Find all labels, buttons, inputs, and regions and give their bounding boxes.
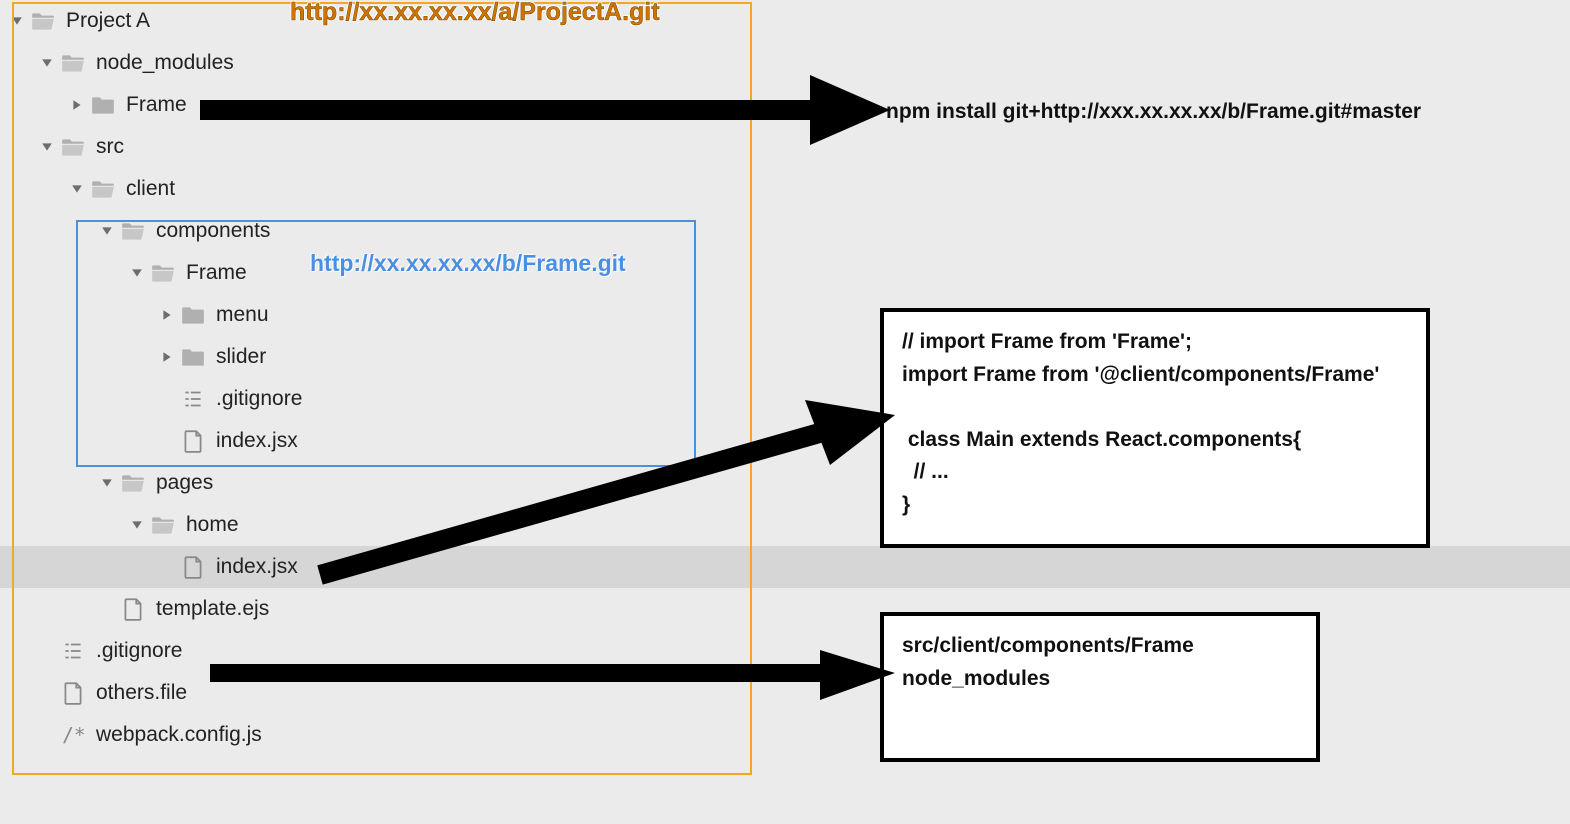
folder-open-icon [60,50,86,76]
file-icon [180,554,206,580]
folder-open-icon [90,176,116,202]
file-icon [180,428,206,454]
tree-row-menu[interactable]: menu [8,294,748,336]
folder-open-icon [30,8,56,34]
file-icon [120,596,146,622]
tree-label: components [156,219,270,243]
tree-row-webpack-config[interactable]: webpack.config.js [8,714,748,756]
chevron-down-icon[interactable] [8,12,26,30]
arrow-icon [190,65,890,155]
chevron-down-icon[interactable] [38,138,56,156]
tree-label: Frame [186,261,247,285]
code-box-index-jsx: // import Frame from 'Frame'; import Fra… [880,308,1430,548]
tree-label: index.jsx [216,429,298,453]
code-box-gitignore: src/client/components/Frame node_modules [880,612,1320,762]
chevron-right-icon[interactable] [68,96,86,114]
tree-label: template.ejs [156,597,269,621]
chevron-down-icon[interactable] [128,264,146,282]
tree-label: pages [156,471,213,495]
list-file-icon [180,386,206,412]
tree-label: others.file [96,681,187,705]
list-file-icon [60,638,86,664]
arrow-icon [310,395,900,595]
arrow-icon [200,650,900,720]
chevron-down-icon[interactable] [68,180,86,198]
folder-open-icon [60,134,86,160]
annotation-npm-command: npm install git+http://xxx.xx.xx.xx/b/Fr… [886,100,1421,124]
folder-icon [180,344,206,370]
tree-row-client[interactable]: client [8,168,748,210]
tree-label: home [186,513,239,537]
folder-icon [180,302,206,328]
file-icon [60,680,86,706]
chevron-down-icon[interactable] [128,516,146,534]
tree-label: Project A [66,9,150,33]
comment-file-icon [60,722,86,748]
annotation-frame-url: http://xx.xx.xx.xx/b/Frame.git [310,250,626,277]
chevron-down-icon[interactable] [98,222,116,240]
chevron-right-icon[interactable] [158,306,176,324]
tree-row-components[interactable]: components [8,210,748,252]
annotation-project-url: http://xx.xx.xx.xx/a/ProjectA.git [290,0,660,27]
tree-label: Frame [126,93,187,117]
folder-open-icon [120,470,146,496]
folder-open-icon [150,512,176,538]
tree-label: client [126,177,175,201]
chevron-down-icon[interactable] [98,474,116,492]
tree-label: menu [216,303,269,327]
tree-row-slider[interactable]: slider [8,336,748,378]
folder-icon [90,92,116,118]
tree-label: .gitignore [216,387,302,411]
tree-label: webpack.config.js [96,723,262,747]
tree-label: slider [216,345,266,369]
tree-label: index.jsx [216,555,298,579]
chevron-down-icon[interactable] [38,54,56,72]
tree-label: src [96,135,124,159]
tree-label: .gitignore [96,639,182,663]
chevron-right-icon[interactable] [158,348,176,366]
folder-open-icon [150,260,176,286]
folder-open-icon [120,218,146,244]
